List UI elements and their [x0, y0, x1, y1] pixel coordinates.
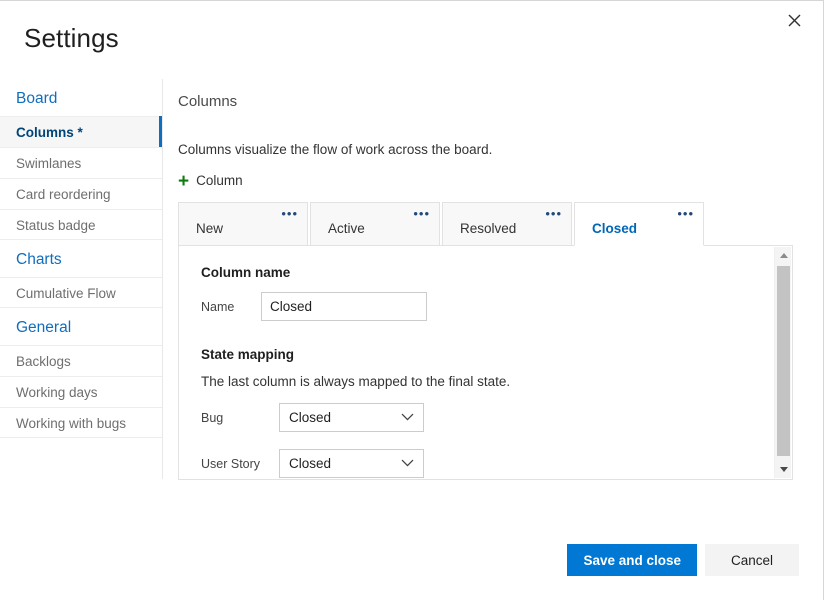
column-name-section-title: Column name: [201, 265, 291, 280]
column-settings-panel: Column name Name State mapping The last …: [178, 245, 793, 480]
sidebar-item-status-badge[interactable]: Status badge: [0, 209, 162, 240]
scrollbar-thumb[interactable]: [777, 266, 790, 456]
bug-label: Bug: [201, 410, 224, 425]
close-glyph: [788, 14, 800, 26]
tab-menu-icon[interactable]: •••: [545, 207, 562, 220]
panel-body: Column name Name State mapping The last …: [179, 246, 774, 479]
panel-scrollbar[interactable]: [774, 247, 791, 478]
tab-menu-icon[interactable]: •••: [413, 207, 430, 220]
sidebar-item-label: Columns *: [16, 125, 83, 140]
user-story-label: User Story: [201, 456, 261, 471]
sidebar-item-backlogs[interactable]: Backlogs: [0, 345, 162, 376]
chevron-down-icon: [401, 408, 414, 426]
triangle-down-glyph: [779, 467, 788, 472]
sidebar-group-board: Board Columns * Swimlanes Card reorderin…: [0, 79, 162, 240]
sidebar-group-general: General Backlogs Working days Working wi…: [0, 308, 162, 438]
sidebar-item-label: Working with bugs: [16, 416, 127, 431]
main-content: Columns Columns visualize the flow of wo…: [178, 93, 806, 480]
content-heading: Columns: [178, 93, 238, 110]
column-name-row: Name: [201, 292, 774, 321]
state-mapping-row-user-story: User Story Closed: [201, 449, 774, 478]
bug-state-select[interactable]: Closed: [279, 403, 424, 432]
page-title: Settings: [24, 23, 119, 53]
sidebar-item-cumulative-flow[interactable]: Cumulative Flow: [0, 277, 162, 308]
tab-label: Closed: [592, 221, 638, 236]
dialog-footer: Save and close Cancel: [567, 544, 799, 576]
sidebar-group-charts: Charts Cumulative Flow: [0, 240, 162, 308]
sidebar-item-label: Backlogs: [16, 354, 71, 369]
column-tabs: ••• New ••• Active ••• Resolved ••• Clos…: [178, 202, 806, 246]
sidebar-group-header-charts: Charts: [16, 251, 62, 268]
sidebar-item-working-days[interactable]: Working days: [0, 376, 162, 407]
state-mapping-row-bug: Bug Closed: [201, 403, 774, 432]
sidebar-item-card-reordering[interactable]: Card reordering: [0, 178, 162, 209]
plus-icon: +: [178, 171, 190, 192]
cancel-button[interactable]: Cancel: [705, 544, 799, 576]
sidebar-item-columns[interactable]: Columns *: [0, 116, 162, 149]
tab-closed[interactable]: ••• Closed: [574, 202, 704, 246]
tab-menu-icon[interactable]: •••: [677, 207, 694, 220]
add-column-button[interactable]: + Column: [178, 171, 243, 192]
content-description: Columns visualize the flow of work acros…: [178, 142, 493, 157]
tab-active[interactable]: ••• Active: [310, 202, 440, 246]
bug-state-value: Closed: [289, 410, 332, 425]
triangle-up-glyph: [779, 253, 788, 258]
sidebar-group-header-general: General: [16, 319, 72, 336]
sidebar-item-label: Swimlanes: [16, 156, 82, 171]
sidebar-item-swimlanes[interactable]: Swimlanes: [0, 147, 162, 178]
tab-label: New: [196, 221, 224, 236]
name-label: Name: [201, 299, 235, 314]
sidebar-item-label: Status badge: [16, 218, 96, 233]
tab-menu-icon[interactable]: •••: [281, 207, 298, 220]
tab-resolved[interactable]: ••• Resolved: [442, 202, 572, 246]
user-story-state-select[interactable]: Closed: [279, 449, 424, 478]
sidebar-item-working-with-bugs[interactable]: Working with bugs: [0, 407, 162, 438]
tab-label: Active: [328, 221, 365, 236]
tab-new[interactable]: ••• New: [178, 202, 308, 246]
sidebar: Board Columns * Swimlanes Card reorderin…: [0, 79, 162, 479]
sidebar-group-header-board: Board: [16, 90, 58, 107]
state-mapping-note: The last column is always mapped to the …: [201, 374, 511, 389]
state-mapping-section: State mapping The last column is always …: [201, 347, 774, 478]
user-story-state-value: Closed: [289, 456, 332, 471]
scroll-down-arrow-icon[interactable]: [775, 461, 792, 478]
add-column-label: Column: [196, 173, 243, 188]
tab-label: Resolved: [460, 221, 517, 236]
name-input[interactable]: [261, 292, 427, 321]
sidebar-item-label: Working days: [16, 385, 98, 400]
sidebar-divider: [162, 79, 163, 479]
save-and-close-button[interactable]: Save and close: [567, 544, 697, 576]
scroll-up-arrow-icon[interactable]: [775, 247, 792, 264]
state-mapping-title: State mapping: [201, 347, 295, 362]
sidebar-item-label: Cumulative Flow: [16, 286, 116, 301]
chevron-down-icon: [401, 454, 414, 472]
settings-dialog: Settings Board Columns * Swimlanes Card …: [0, 0, 824, 600]
sidebar-item-label: Card reordering: [16, 187, 111, 202]
close-icon[interactable]: [771, 2, 817, 38]
